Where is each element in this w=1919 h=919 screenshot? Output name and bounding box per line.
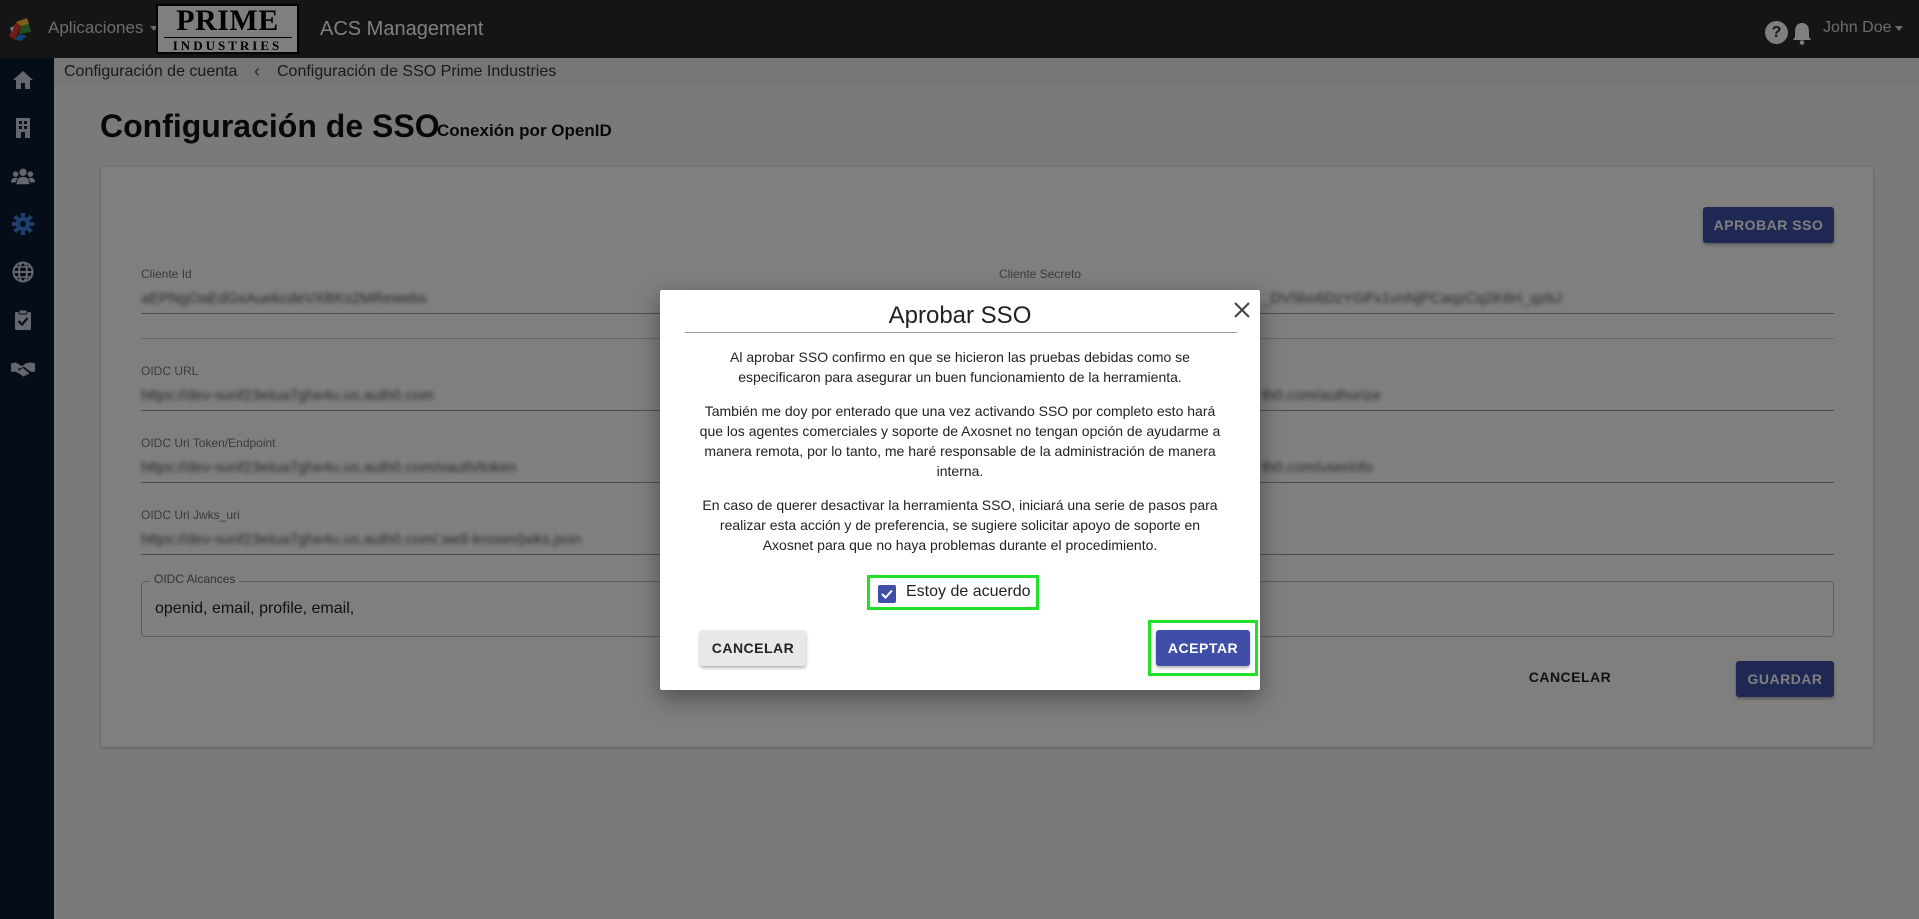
dialog-paragraph-confirm: Al aprobar SSO confirmo en que se hicier… (730, 349, 1190, 385)
agree-checkbox-row[interactable]: Estoy de acuerdo (867, 575, 1039, 610)
dialog-paragraph-responsibility: También me doy por enterado que una vez … (699, 403, 1221, 479)
close-icon[interactable] (1230, 298, 1254, 322)
agree-label: Estoy de acuerdo (906, 583, 1031, 600)
dialog-divider (685, 332, 1237, 333)
dialog-paragraph-deactivation: En caso de querer desactivar la herramie… (702, 497, 1218, 553)
agree-checkbox[interactable] (878, 585, 896, 603)
dialog-cancel-button[interactable]: CANCELAR (700, 630, 806, 666)
dialog-title: Aprobar SSO (888, 302, 1032, 329)
approve-sso-dialog: Aprobar SSO Al aprobar SSO confirmo en q… (660, 290, 1260, 690)
check-icon (881, 589, 893, 599)
accept-button-highlight: ACEPTAR (1148, 620, 1258, 676)
dialog-accept-button[interactable]: ACEPTAR (1156, 630, 1250, 666)
